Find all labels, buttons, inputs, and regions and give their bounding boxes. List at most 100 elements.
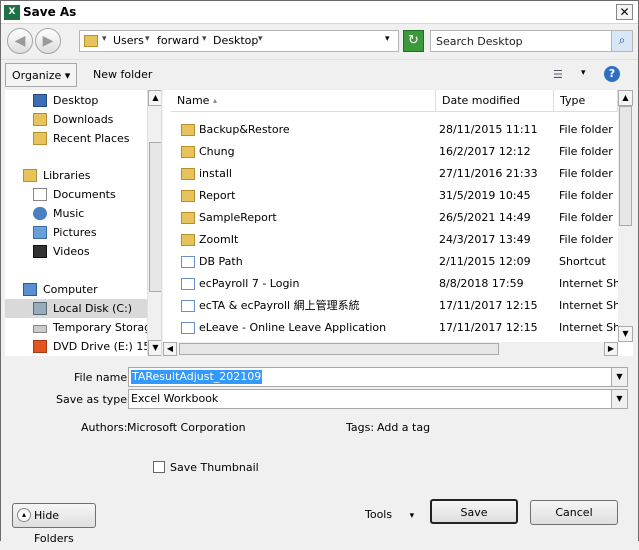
scrollbar-thumb[interactable] <box>179 343 499 355</box>
save-type-value: Excel Workbook <box>131 392 219 405</box>
forward-button[interactable]: ▶ <box>35 28 61 54</box>
file-row[interactable]: install 27/11/2016 21:33 File folder <box>177 163 617 185</box>
file-row[interactable]: eLeave - Online Leave Application 17/11/… <box>177 317 627 339</box>
internet-shortcut-icon <box>181 300 195 312</box>
sidebar-item-pictures[interactable]: Pictures <box>5 223 147 242</box>
authors-value[interactable]: Microsoft Corporation <box>127 421 246 434</box>
sidebar-item-label: Videos <box>53 245 90 258</box>
breadcrumb-forward[interactable]: forward <box>157 34 199 47</box>
column-header-label: Name <box>177 94 210 107</box>
chevron-down-icon[interactable]: ▾ <box>102 34 107 44</box>
search-input[interactable]: Search Desktop <box>436 35 523 48</box>
file-name-field[interactable]: TAResultAdjust_202109 ▼ <box>128 367 628 387</box>
file-date: 27/11/2016 21:33 <box>439 167 538 180</box>
refresh-button[interactable]: ↻ <box>403 30 424 52</box>
sidebar-item-libraries[interactable]: Libraries <box>5 166 147 185</box>
view-options-icon[interactable]: ☰ <box>553 68 563 81</box>
sidebar-item-local-disk[interactable]: Local Disk (C:) <box>5 299 147 318</box>
tags-label: Tags: <box>346 421 375 434</box>
sidebar-item-desktop[interactable]: Desktop <box>5 91 147 110</box>
sidebar-item-label: Recent Places <box>53 132 130 145</box>
sidebar-item-music[interactable]: Music <box>5 204 147 223</box>
file-row[interactable]: Chung 16/2/2017 12:12 File folder <box>177 141 617 163</box>
file-date: 24/3/2017 13:49 <box>439 233 531 246</box>
file-list-vertical-scrollbar[interactable]: ▲ ▼ <box>618 90 633 342</box>
file-date: 28/11/2015 11:11 <box>439 123 538 136</box>
file-row[interactable]: ecPayroll 7 - Login 8/8/2018 17:59 Inter… <box>177 273 627 295</box>
sidebar-item-label: Desktop <box>53 94 99 107</box>
scroll-down-icon[interactable]: ▼ <box>148 340 161 356</box>
breadcrumb-desktop[interactable]: Desktop <box>213 34 258 47</box>
search-icon[interactable]: ⌕ <box>611 31 632 51</box>
hide-folders-label: Hide Folders <box>34 509 74 545</box>
file-list-horizontal-scrollbar[interactable]: ◀ ▶ <box>163 342 618 356</box>
save-type-select[interactable]: Excel Workbook ▼ <box>128 389 628 409</box>
scrollbar-thumb[interactable] <box>149 142 161 292</box>
sidebar-item-dvd-drive[interactable]: DVD Drive (E:) 15.0 <box>5 337 161 356</box>
sidebar-item-videos[interactable]: Videos <box>5 242 147 261</box>
organize-button[interactable]: Organize ▾ <box>5 63 78 87</box>
sidebar-item-documents[interactable]: Documents <box>5 185 147 204</box>
file-name-value[interactable]: TAResultAdjust_202109 <box>131 370 263 384</box>
chevron-down-icon[interactable]: ▾ <box>258 34 263 44</box>
pictures-icon <box>33 226 47 239</box>
sidebar-item-downloads[interactable]: Downloads <box>5 110 147 129</box>
new-folder-button[interactable]: New folder <box>87 63 158 87</box>
scroll-left-icon[interactable]: ◀ <box>163 342 177 356</box>
file-date: 17/11/2017 12:15 <box>439 321 538 334</box>
music-icon <box>33 207 47 220</box>
save-thumbnail-label: Save Thumbnail <box>170 461 259 474</box>
save-thumbnail-checkbox[interactable] <box>153 461 165 473</box>
cancel-button[interactable]: Cancel <box>530 500 618 525</box>
address-bar[interactable]: ▾ Users ▾ forward ▾ Desktop ▾ ▾ <box>79 30 399 52</box>
videos-icon <box>33 245 47 258</box>
folder-icon <box>181 212 195 224</box>
file-name: SampleReport <box>199 211 277 224</box>
sidebar-item-temporary-storage[interactable]: Temporary Storage <box>5 318 158 337</box>
file-list: Name ▴ Date modified Type Backup&Restore… <box>163 90 633 356</box>
folder-icon <box>181 234 195 246</box>
tags-field[interactable]: Add a tag <box>377 421 430 434</box>
sidebar-item-label: Music <box>53 207 85 220</box>
column-header-name[interactable]: Name ▴ <box>171 90 436 112</box>
scrollbar-thumb[interactable] <box>619 106 632 226</box>
scroll-up-icon[interactable]: ▲ <box>618 90 633 106</box>
back-button[interactable]: ◀ <box>7 28 33 54</box>
help-icon[interactable]: ? <box>604 66 620 82</box>
file-row[interactable]: DB Path 2/11/2015 12:09 Shortcut <box>177 251 617 273</box>
chevron-down-icon[interactable]: ▼ <box>611 368 627 386</box>
close-button[interactable]: ✕ <box>616 4 633 20</box>
chevron-down-icon[interactable]: ▾ <box>202 34 207 44</box>
save-options-panel: File name: TAResultAdjust_202109 ▼ Save … <box>1 357 638 545</box>
tools-button[interactable]: Tools ▾ <box>365 505 414 525</box>
sort-ascending-icon: ▴ <box>213 96 218 105</box>
file-row[interactable]: Backup&Restore 28/11/2015 11:11 File fol… <box>177 119 617 141</box>
save-button[interactable]: Save <box>430 499 518 524</box>
drive-icon <box>33 325 47 333</box>
sidebar-item-computer[interactable]: Computer <box>5 280 147 299</box>
chevron-down-icon[interactable]: ▾ <box>581 68 586 78</box>
scroll-right-icon[interactable]: ▶ <box>604 342 618 356</box>
column-header-date[interactable]: Date modified <box>436 90 554 112</box>
scroll-up-icon[interactable]: ▲ <box>148 90 161 106</box>
file-row[interactable]: Report 31/5/2019 10:45 File folder <box>177 185 617 207</box>
file-row[interactable]: ecTA & ecPayroll 網上管理系統 17/11/2017 12:15… <box>177 295 627 317</box>
chevron-down-icon[interactable]: ▾ <box>145 34 150 44</box>
file-name: Backup&Restore <box>199 123 290 136</box>
file-row[interactable]: ZoomIt 24/3/2017 13:49 File folder <box>177 229 617 251</box>
hard-disk-icon <box>33 302 47 315</box>
shortcut-icon <box>181 256 195 268</box>
sidebar-scrollbar[interactable]: ▲ ▼ <box>147 90 161 356</box>
column-header-type[interactable]: Type <box>554 90 618 112</box>
address-dropdown-icon[interactable]: ▾ <box>385 34 390 44</box>
breadcrumb-users[interactable]: Users <box>113 34 144 47</box>
chevron-down-icon[interactable]: ▼ <box>611 390 627 408</box>
file-name: Chung <box>199 145 235 158</box>
hide-folders-button[interactable]: ▴ Hide Folders <box>12 503 96 545</box>
file-name-label: File name: <box>74 371 131 384</box>
scroll-down-icon[interactable]: ▼ <box>618 326 633 342</box>
sidebar-item-recent-places[interactable]: Recent Places <box>5 129 147 148</box>
file-row[interactable]: SampleReport 26/5/2021 14:49 File folder <box>177 207 617 229</box>
search-box[interactable]: Search Desktop ⌕ <box>430 30 633 52</box>
collapse-icon: ▴ <box>17 508 31 522</box>
